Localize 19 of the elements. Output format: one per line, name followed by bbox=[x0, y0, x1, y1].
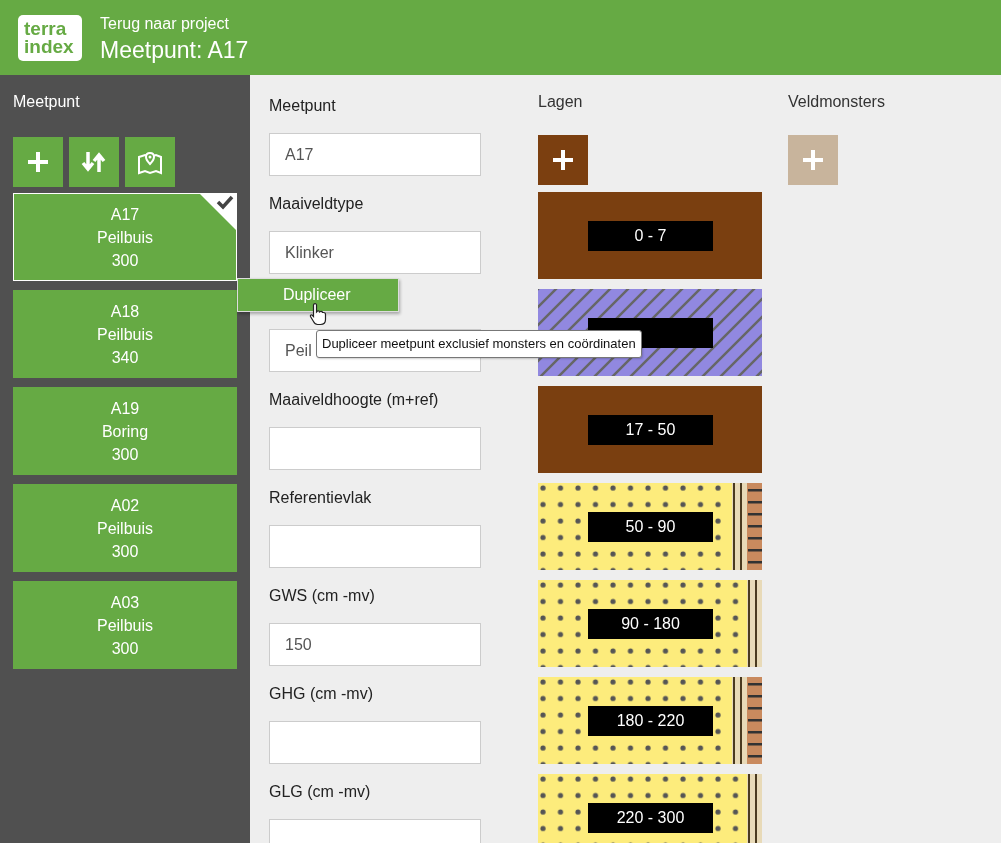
field-label: GLG (cm -mv) bbox=[269, 782, 372, 802]
field-label: GWS (cm -mv) bbox=[269, 586, 376, 606]
depth-label: 90 - 180 bbox=[588, 609, 713, 639]
depth-label: 17 - 50 bbox=[588, 415, 713, 445]
depth-label: 0 - 7 bbox=[588, 221, 713, 251]
field-label: Maaiveldhoogte (m+ref) bbox=[269, 390, 440, 410]
page-title: Meetpunt: A17 bbox=[100, 35, 249, 64]
depth-label: 220 - 300 bbox=[588, 803, 713, 833]
field-label: GHG (cm -mv) bbox=[269, 684, 374, 704]
depth-label: 50 - 90 bbox=[588, 512, 713, 542]
field-label: Maaiveldtype bbox=[269, 194, 365, 214]
field-label: Meetpunt bbox=[269, 96, 337, 116]
depth-label: 180 - 220 bbox=[588, 706, 713, 736]
tooltip: Dupliceer meetpunt exclusief monsters en coördinaten bbox=[316, 330, 642, 358]
sidebar-title: Meetpunt bbox=[13, 92, 81, 112]
column-title: Lagen bbox=[538, 92, 584, 112]
field-label: Referentievlak bbox=[269, 488, 373, 508]
logo: terra index bbox=[18, 14, 82, 61]
column-title: Veldmonsters bbox=[788, 92, 886, 112]
